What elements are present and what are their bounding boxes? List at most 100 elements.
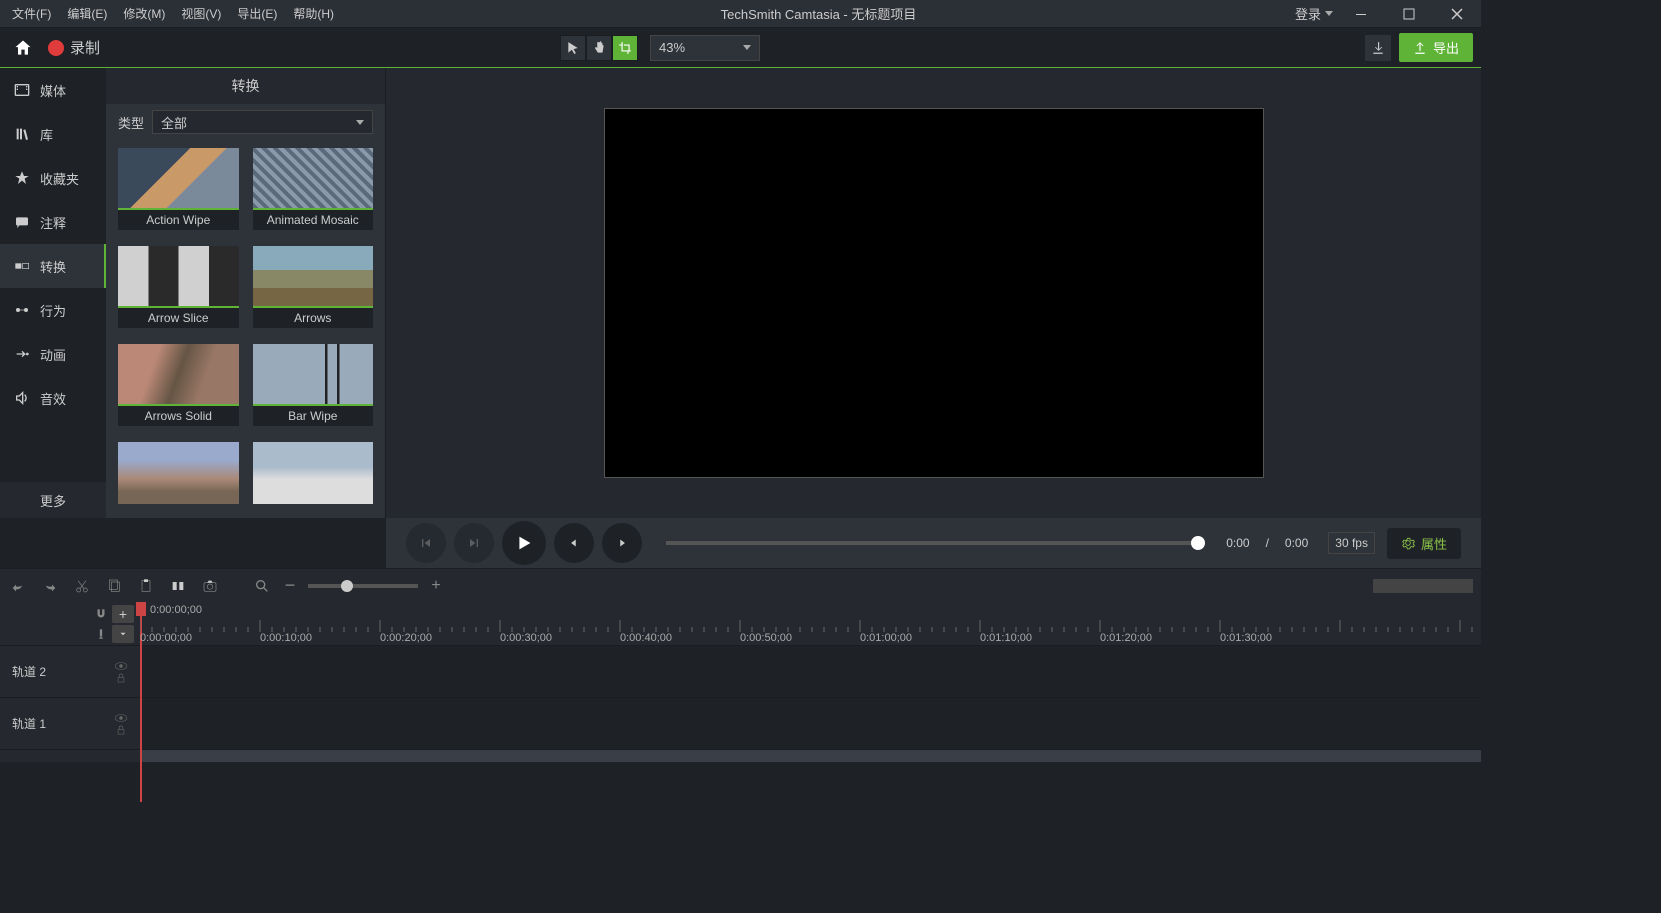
properties-button[interactable]: 属性 [1387, 528, 1461, 559]
eye-icon[interactable] [114, 713, 128, 723]
step-back-button[interactable] [554, 523, 594, 563]
playback-scrubber[interactable] [666, 541, 1198, 545]
zoom-in-button[interactable]: + [426, 576, 446, 596]
export-button[interactable]: 导出 [1399, 33, 1473, 62]
slider-handle[interactable] [341, 580, 353, 592]
ruler-mark: 0:00:50;00 [740, 632, 792, 644]
sidebar-item-favorites[interactable]: 收藏夹 [0, 156, 106, 200]
track-header[interactable]: 轨道 2 [0, 646, 140, 697]
transition-item[interactable] [253, 442, 374, 510]
transition-item[interactable]: Arrows Solid [118, 344, 239, 432]
transition-label: Action Wipe [118, 210, 239, 230]
zoom-dropdown[interactable]: 43% [650, 35, 760, 61]
library-icon [14, 126, 30, 142]
step-forward-button[interactable] [602, 523, 642, 563]
marker-icon[interactable] [94, 627, 108, 641]
cut-button[interactable] [72, 576, 92, 596]
close-button[interactable] [1437, 0, 1477, 28]
ruler-mark: 0:00:10;00 [260, 632, 312, 644]
zoom-out-button[interactable]: − [280, 576, 300, 596]
login-button[interactable]: 登录 [1295, 4, 1333, 23]
sidebar-label: 库 [40, 125, 53, 144]
scrubber-handle[interactable] [1191, 536, 1205, 550]
track-header[interactable]: 轨道 1 [0, 698, 140, 749]
sidebar-item-behaviors[interactable]: 行为 [0, 288, 106, 332]
star-icon [14, 170, 30, 186]
prev-frame-button[interactable] [406, 523, 446, 563]
play-button[interactable] [502, 521, 546, 565]
timeline-scrollbar[interactable] [140, 750, 1481, 762]
transition-label: Bar Wipe [253, 406, 374, 426]
menu-edit[interactable]: 编辑(E) [59, 1, 115, 26]
redo-button[interactable] [40, 576, 60, 596]
ruler-mark: 0:00:40;00 [620, 632, 672, 644]
sidebar-item-audio[interactable]: 音效 [0, 376, 106, 420]
playhead-time: 0:00:00;00 [150, 604, 202, 616]
sidebar-item-annotations[interactable]: 注释 [0, 200, 106, 244]
menu-modify[interactable]: 修改(M) [115, 1, 173, 26]
sidebar-more[interactable]: 更多 [0, 482, 106, 518]
menu-file[interactable]: 文件(F) [4, 1, 59, 26]
track-body[interactable] [140, 646, 1481, 697]
ruler-ticks [140, 618, 1481, 632]
sidebar-item-library[interactable]: 库 [0, 112, 106, 156]
snapshot-button[interactable] [200, 576, 220, 596]
fps-display[interactable]: 30 fps [1328, 532, 1375, 554]
behaviors-icon [14, 302, 30, 318]
ruler-mark: 0:01:30;00 [1220, 632, 1272, 644]
current-time: 0:00 [1226, 536, 1249, 550]
timeline-scrollbar-row [0, 750, 1481, 762]
track-body[interactable] [140, 698, 1481, 749]
lock-icon[interactable] [114, 673, 128, 683]
hand-tool[interactable] [586, 35, 612, 61]
timeline-minimap[interactable] [1373, 579, 1473, 593]
transition-label: Arrows Solid [118, 406, 239, 426]
sidebar-label: 转换 [40, 257, 66, 276]
preview-canvas[interactable] [604, 108, 1264, 478]
home-button[interactable] [8, 33, 38, 63]
transition-item[interactable] [118, 442, 239, 510]
timeline-ruler[interactable]: 0:00:00;00 0:00:00;000:00:10;000:00:20;0… [140, 602, 1481, 645]
eye-icon[interactable] [114, 661, 128, 671]
sidebar-label: 更多 [40, 491, 66, 510]
add-track-button[interactable]: + [112, 605, 134, 623]
transition-item[interactable]: Bar Wipe [253, 344, 374, 432]
paste-button[interactable] [136, 576, 156, 596]
dropdown-icon [743, 45, 751, 50]
undo-button[interactable] [8, 576, 28, 596]
transition-item[interactable]: Arrow Slice [118, 246, 239, 334]
sidebar-item-transitions[interactable]: 转换 [0, 244, 106, 288]
copy-button[interactable] [104, 576, 124, 596]
filter-value: 全部 [161, 113, 187, 132]
sidebar-label: 注释 [40, 213, 66, 232]
menu-help[interactable]: 帮助(H) [285, 1, 342, 26]
sidebar-item-animations[interactable]: 动画 [0, 332, 106, 376]
properties-label: 属性 [1421, 534, 1447, 553]
transition-item[interactable]: Animated Mosaic [253, 148, 374, 236]
maximize-button[interactable] [1389, 0, 1429, 28]
collapse-tracks-button[interactable] [112, 625, 134, 643]
magnet-icon[interactable] [94, 607, 108, 621]
gear-icon [1401, 536, 1415, 550]
transitions-grid: Action Wipe Animated Mosaic Arrow Slice … [106, 140, 385, 518]
split-button[interactable] [168, 576, 188, 596]
audio-icon [14, 390, 30, 406]
minimize-button[interactable] [1341, 0, 1381, 28]
lock-icon[interactable] [114, 725, 128, 735]
window-title: TechSmith Camtasia - 无标题项目 [342, 4, 1295, 23]
download-button[interactable] [1365, 35, 1391, 61]
sidebar-item-media[interactable]: 媒体 [0, 68, 106, 112]
timeline-zoom-slider[interactable] [308, 584, 418, 588]
cursor-tool[interactable] [560, 35, 586, 61]
next-frame-button[interactable] [454, 523, 494, 563]
menu-view[interactable]: 视图(V) [173, 1, 229, 26]
export-icon [1413, 41, 1427, 55]
transition-item[interactable]: Arrows [253, 246, 374, 334]
transition-item[interactable]: Action Wipe [118, 148, 239, 236]
menu-export[interactable]: 导出(E) [229, 1, 285, 26]
crop-tool[interactable] [612, 35, 638, 61]
main-toolbar: 录制 43% 导出 [0, 28, 1481, 68]
type-dropdown[interactable]: 全部 [152, 110, 373, 134]
record-button[interactable]: 录制 [48, 37, 100, 58]
track-name: 轨道 2 [12, 663, 46, 680]
